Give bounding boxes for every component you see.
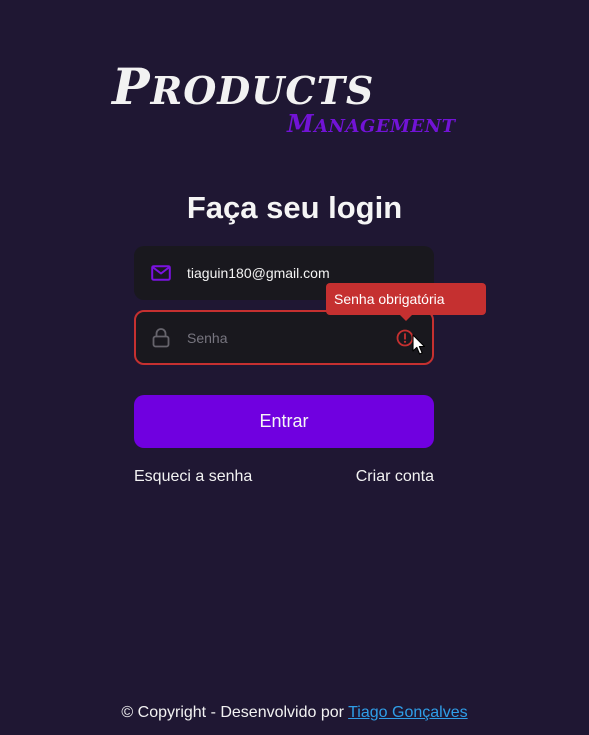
- create-account-link[interactable]: Criar conta: [356, 467, 434, 487]
- email-input[interactable]: [187, 265, 387, 281]
- app-logo: PRODUCTS MANAGEMENT: [112, 62, 457, 142]
- page-title: Faça seu login: [186, 190, 403, 225]
- mail-icon: [151, 263, 171, 283]
- lock-icon: [151, 327, 171, 348]
- error-tooltip: Senha obrigatória: [326, 283, 486, 321]
- login-button[interactable]: Entrar: [134, 395, 434, 448]
- mouse-cursor-icon: [412, 334, 426, 355]
- password-input[interactable]: [187, 329, 387, 346]
- forgot-password-link[interactable]: Esqueci a senha: [134, 467, 252, 487]
- author-link[interactable]: Tiago Gonçalves: [348, 704, 467, 721]
- logo-title: PRODUCTS: [112, 57, 375, 116]
- footer-copyright-text: © Copyright - Desenvolvido por: [121, 704, 349, 721]
- footer: © Copyright - Desenvolvido por Tiago Gon…: [0, 703, 589, 723]
- password-field-container: [134, 310, 434, 365]
- logo-subtitle: MANAGEMENT: [287, 109, 456, 138]
